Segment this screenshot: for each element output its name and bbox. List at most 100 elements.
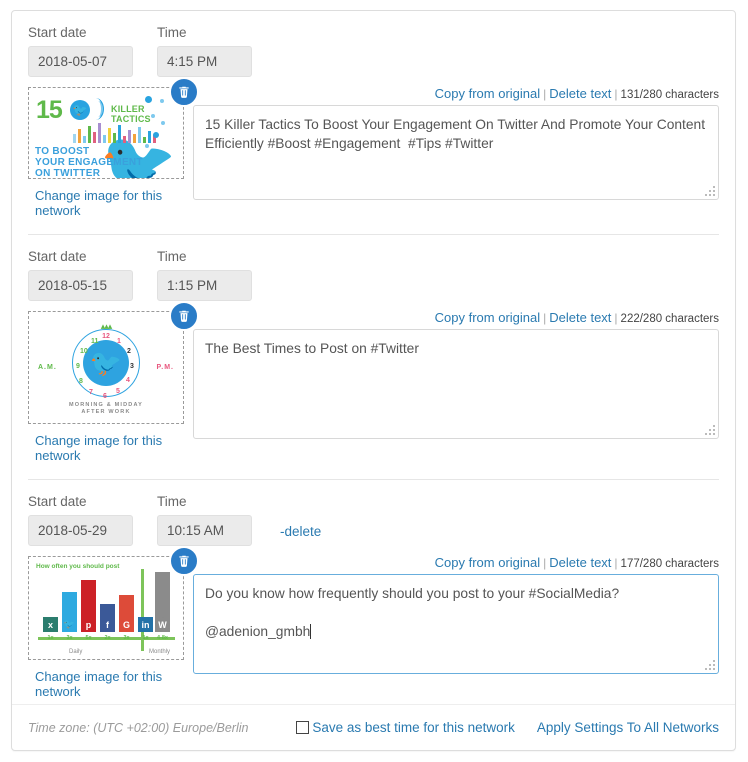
text-actions-2: Copy from original|Delete text|222/280 c…	[193, 311, 719, 325]
post-image-thumbnail-2[interactable]: ▴▴▴ 🐦 12 1 2 3 4 5 6 7 8 9 10	[28, 311, 184, 424]
time-input-2[interactable]	[157, 270, 252, 301]
infographic-15-killer-tactics: 🐦 15 🐦 KILLER TACTICS	[29, 88, 183, 178]
chart-title: How often you should post	[36, 563, 119, 570]
start-date-field-1: Start date	[28, 25, 133, 77]
post-block-3: Start date Time -delete How often you sh…	[12, 480, 735, 701]
trash-icon	[177, 554, 191, 568]
time-input-1[interactable]	[157, 46, 252, 77]
post-content-row-3: How often you should post x 1x 🐦 3x p 5x	[28, 556, 719, 701]
post-textarea-3[interactable]: Do you know how frequently should you po…	[193, 574, 719, 674]
change-image-link-2[interactable]: Change image for this network	[35, 433, 186, 463]
clock-hour-5: 5	[116, 388, 120, 395]
start-date-input-1[interactable]	[28, 46, 133, 77]
post-text-3: Do you know how frequently should you po…	[205, 586, 619, 639]
start-date-field-2: Start date	[28, 249, 133, 301]
post-content-row-2: ▴▴▴ 🐦 12 1 2 3 4 5 6 7 8 9 10	[28, 311, 719, 465]
post-block-2: Start date Time ▴▴▴ 🐦 12 1 2	[12, 235, 735, 465]
resize-grip-icon-2[interactable]	[705, 425, 715, 435]
infographic-line-2: YOUR ENGAGEMENT	[35, 157, 143, 168]
timezone-label: Time zone: (UTC +02:00) Europe/Berlin	[28, 721, 248, 735]
save-best-time-checkbox[interactable]	[296, 721, 309, 734]
bar-label-googleplus: 3x	[119, 635, 134, 641]
post-content-row-1: 🐦 15 🐦 KILLER TACTICS	[28, 87, 719, 220]
clock-hour-9: 9	[76, 363, 80, 370]
google-plus-icon: G	[119, 617, 134, 632]
linkedin-icon: in	[138, 617, 153, 632]
pm-label: P.M.	[157, 364, 175, 371]
text-column-2: Copy from original|Delete text|222/280 c…	[193, 311, 719, 465]
copy-from-original-link-2[interactable]: Copy from original	[435, 310, 541, 325]
clock-caption-1: MORNING & MIDDAY	[29, 402, 183, 408]
bar-label-wordpress: 4-8x	[155, 635, 170, 641]
twitter-icon-3: 🐦	[62, 617, 77, 632]
copy-from-original-link-3[interactable]: Copy from original	[435, 555, 541, 570]
thumbnail-column-3: How often you should post x 1x 🐦 3x p 5x	[28, 556, 186, 701]
clock-hour-11: 11	[91, 338, 98, 345]
delete-schedule-link-3[interactable]: -delete	[280, 524, 321, 546]
clock-hour-2: 2	[127, 348, 131, 355]
clock-hour-10: 10	[80, 348, 88, 355]
text-actions-3: Copy from original|Delete text|177/280 c…	[193, 556, 719, 570]
resize-grip-icon-3[interactable]	[705, 660, 715, 670]
delete-image-button-1[interactable]	[169, 77, 199, 107]
bar-label-twitter: 3x	[62, 635, 77, 641]
time-input-3[interactable]	[157, 515, 252, 546]
delete-text-link-2[interactable]: Delete text	[549, 310, 611, 325]
start-date-label-2: Start date	[28, 249, 133, 265]
wordpress-icon: W	[155, 617, 170, 632]
post-textarea-2[interactable]: The Best Times to Post on #Twitter	[193, 329, 719, 439]
start-date-input-3[interactable]	[28, 515, 133, 546]
copy-from-original-link-1[interactable]: Copy from original	[435, 86, 541, 101]
time-label-2: Time	[157, 249, 252, 265]
delete-text-link-1[interactable]: Delete text	[549, 86, 611, 101]
schedule-fields-2: Start date Time	[28, 249, 719, 301]
delete-text-link-3[interactable]: Delete text	[549, 555, 611, 570]
infographic-line-1: TO BOOST	[35, 146, 89, 157]
post-image-thumbnail-3[interactable]: How often you should post x 1x 🐦 3x p 5x	[28, 556, 184, 660]
thumbnail-column-2: ▴▴▴ 🐦 12 1 2 3 4 5 6 7 8 9 10	[28, 311, 186, 465]
footer-actions: Save as best time for this network Apply…	[296, 720, 719, 735]
infographic-posting-frequency: How often you should post x 1x 🐦 3x p 5x	[29, 557, 183, 659]
trash-icon	[177, 309, 191, 323]
thumbnail-column-1: 🐦 15 🐦 KILLER TACTICS	[28, 87, 186, 220]
delete-image-button-3[interactable]	[169, 546, 199, 576]
text-column-1: Copy from original|Delete text|131/280 c…	[193, 87, 719, 220]
character-counter-2: 222/280 characters	[621, 313, 719, 325]
clock-hour-1: 1	[117, 338, 121, 345]
apply-all-networks-link[interactable]: Apply Settings To All Networks	[537, 720, 719, 735]
save-best-time-label[interactable]: Save as best time for this network	[312, 720, 515, 735]
text-actions-1: Copy from original|Delete text|131/280 c…	[193, 87, 719, 101]
time-label-1: Time	[157, 25, 252, 41]
action-separator: |	[543, 311, 546, 325]
start-date-label-1: Start date	[28, 25, 133, 41]
clock-hour-8: 8	[79, 378, 83, 385]
character-counter-3: 177/280 characters	[621, 558, 719, 570]
counter-separator: |	[614, 311, 617, 325]
time-label-3: Time	[157, 494, 252, 510]
signal-wave-inner-icon	[93, 101, 103, 117]
post-text-1: 15 Killer Tactics To Boost Your Engageme…	[205, 117, 709, 151]
change-image-link-3[interactable]: Change image for this network	[35, 669, 186, 699]
character-counter-1: 131/280 characters	[621, 89, 719, 101]
text-cursor	[310, 624, 311, 639]
start-date-label-3: Start date	[28, 494, 133, 510]
bar-label-facebook: 2x	[100, 635, 115, 641]
time-field-1: Time	[157, 25, 252, 77]
facebook-icon: f	[100, 617, 115, 632]
time-field-2: Time	[157, 249, 252, 301]
schedule-fields-3: Start date Time -delete	[28, 494, 719, 546]
start-date-input-2[interactable]	[28, 270, 133, 301]
delete-image-button-2[interactable]	[169, 301, 199, 331]
change-image-link-1[interactable]: Change image for this network	[35, 188, 186, 218]
clock-caption-2: AFTER WORK	[29, 409, 183, 415]
chart-group-daily: Daily	[69, 649, 82, 655]
resize-grip-icon-1[interactable]	[705, 186, 715, 196]
post-block-1: Start date Time 🐦 15 🐦 KILLER TACTICS	[12, 11, 735, 220]
start-date-field-3: Start date	[28, 494, 133, 546]
post-textarea-1[interactable]: 15 Killer Tactics To Boost Your Engageme…	[193, 105, 719, 200]
trash-icon	[177, 85, 191, 99]
counter-separator: |	[614, 87, 617, 101]
clock-hour-6: 6	[103, 393, 107, 400]
am-label: A.M.	[38, 364, 57, 371]
post-image-thumbnail-1[interactable]: 🐦 15 🐦 KILLER TACTICS	[28, 87, 184, 179]
